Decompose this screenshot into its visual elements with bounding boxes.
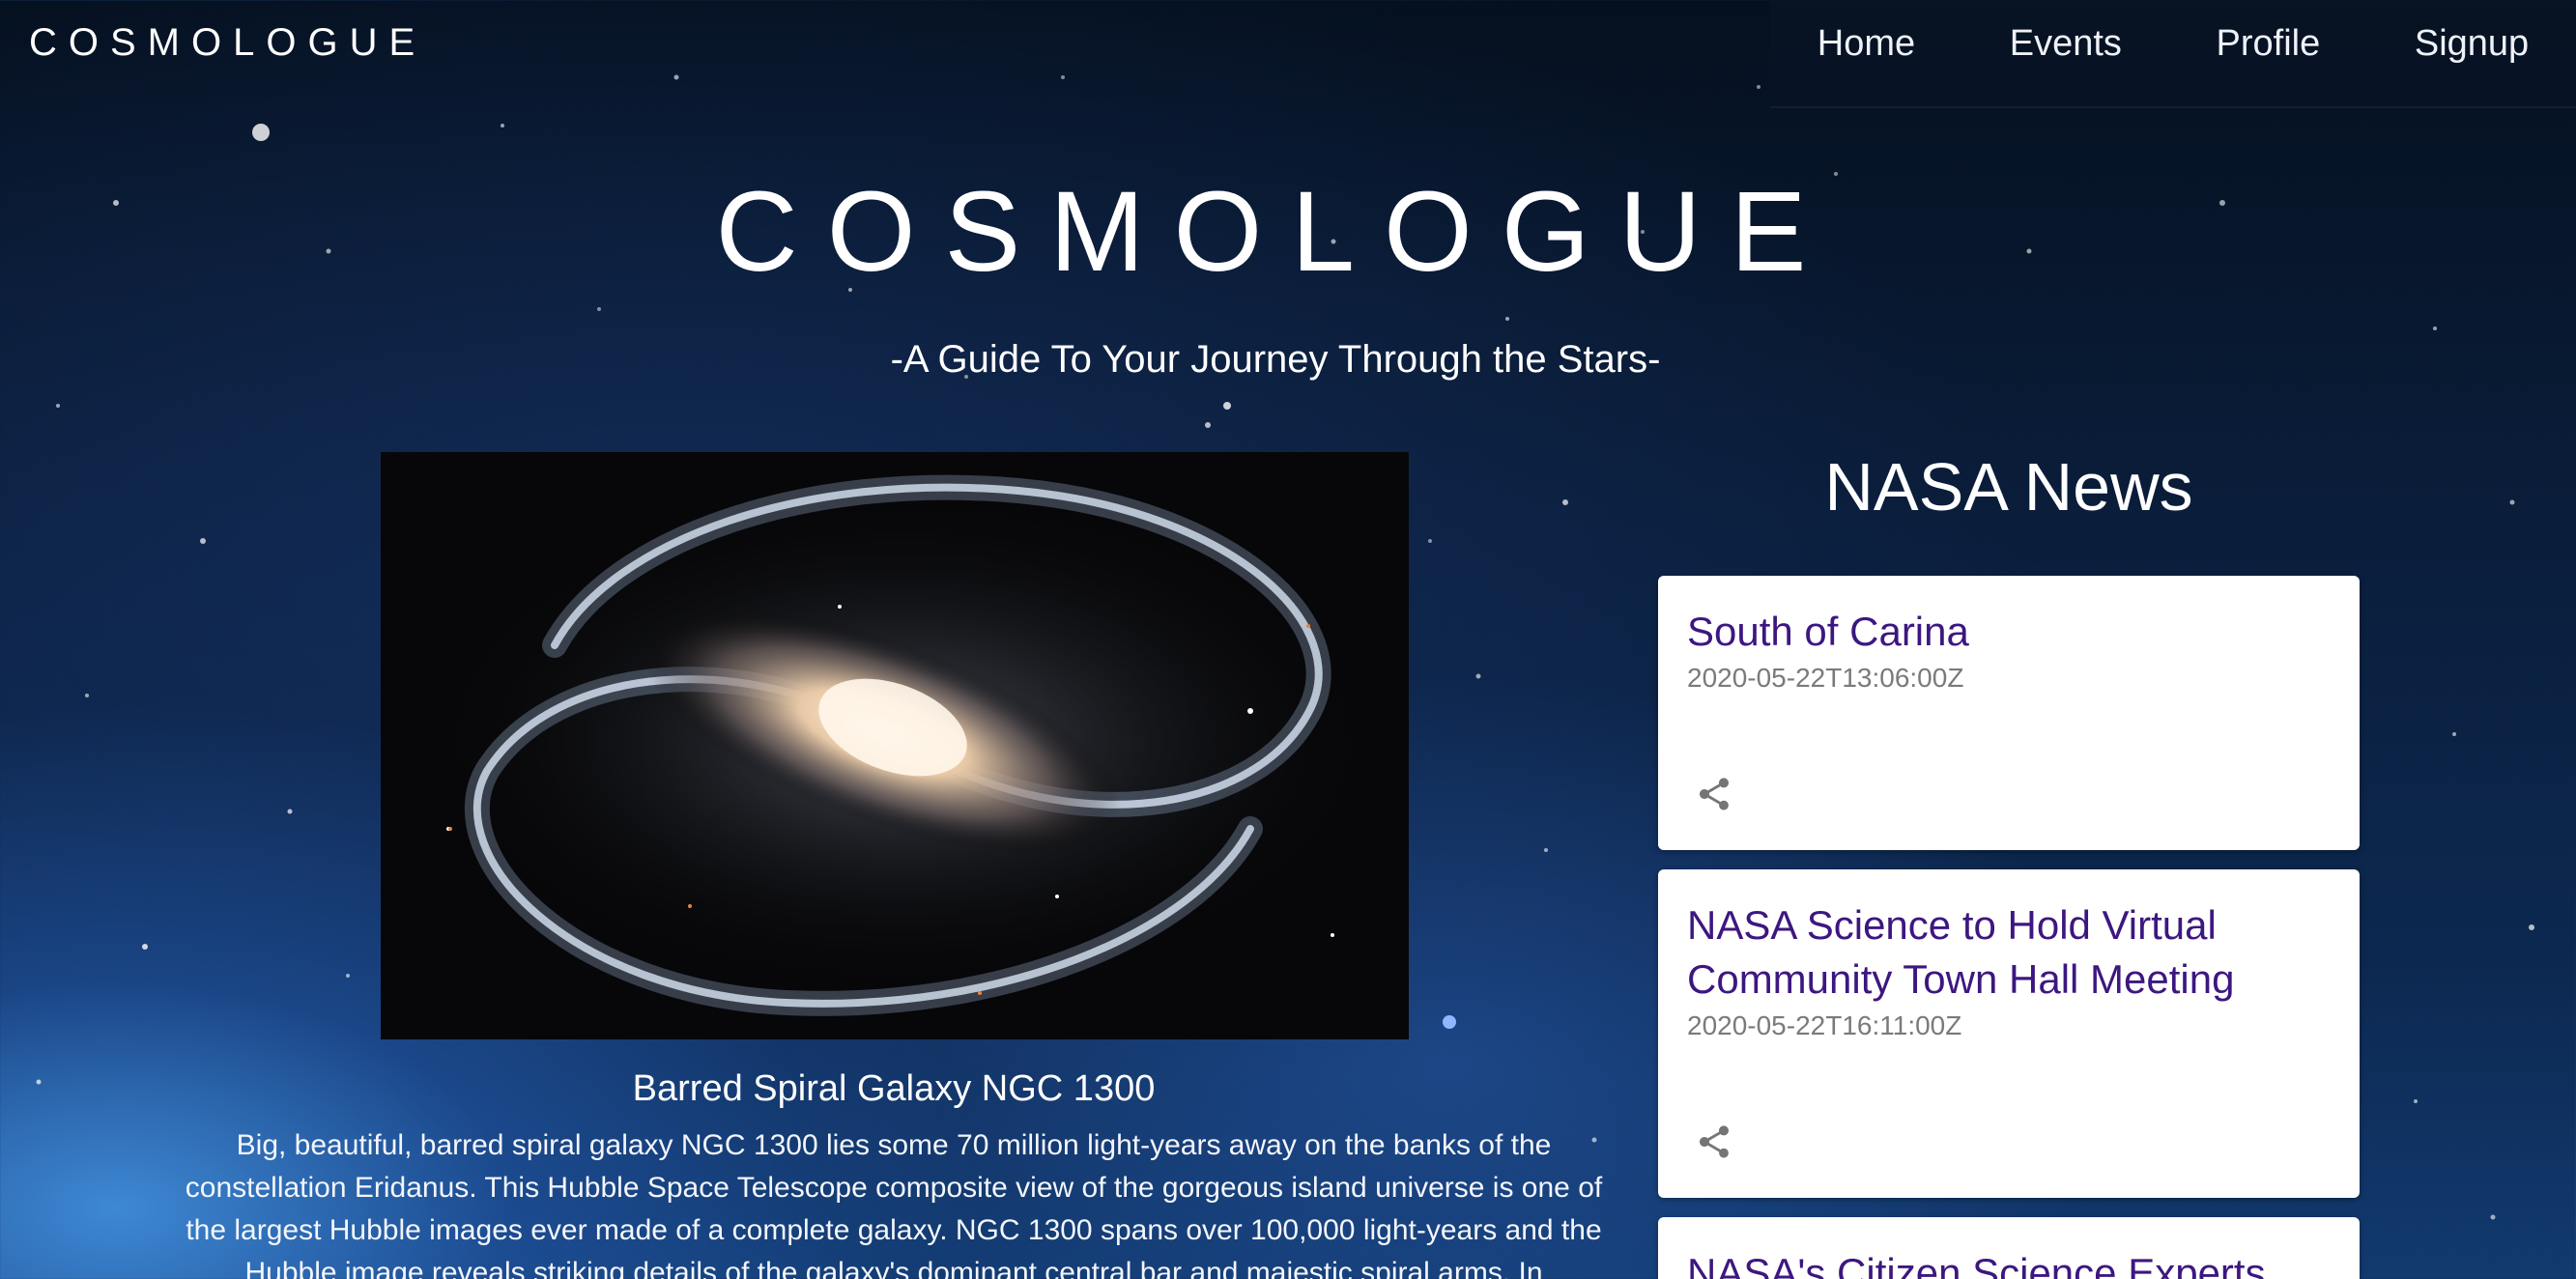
brand-logo-text[interactable]: COSMOLOGUE (29, 21, 426, 65)
nav-link-events[interactable]: Events (2010, 23, 2122, 65)
news-card: South of Carina 2020-05-22T13:06:00Z (1658, 576, 2360, 850)
news-title-link[interactable]: NASA Science to Hold Virtual Community T… (1687, 898, 2331, 1007)
news-card: NASA Science to Hold Virtual Community T… (1658, 869, 2360, 1198)
apod-title: Barred Spiral Galaxy NGC 1300 (632, 1068, 1156, 1109)
top-nav: Home Events Profile Signup (1770, 0, 2576, 108)
share-icon[interactable] (1695, 1123, 1733, 1161)
news-title-link[interactable]: NASA's Citizen Science Experts (1687, 1246, 2331, 1279)
share-icon[interactable] (1695, 775, 1733, 813)
news-date: 2020-05-22T16:11:00Z (1687, 1010, 1962, 1040)
hero-subtitle: -A Guide To Your Journey Through the Sta… (890, 338, 1661, 381)
hero-title: COSMOLOGUE (715, 168, 1836, 296)
news-heading: NASA News (1824, 449, 2193, 525)
news-date: 2020-05-22T13:06:00Z (1687, 663, 1964, 693)
news-title-link[interactable]: South of Carina (1687, 605, 2331, 659)
apod-image (381, 452, 1409, 1039)
nav-link-profile[interactable]: Profile (2217, 23, 2321, 65)
news-card: NASA's Citizen Science Experts (1658, 1217, 2360, 1279)
nav-link-home[interactable]: Home (1818, 23, 1915, 65)
nav-link-signup[interactable]: Signup (2415, 23, 2529, 65)
apod-description: Big, beautiful, barred spiral galaxy NGC… (185, 1129, 1603, 1279)
